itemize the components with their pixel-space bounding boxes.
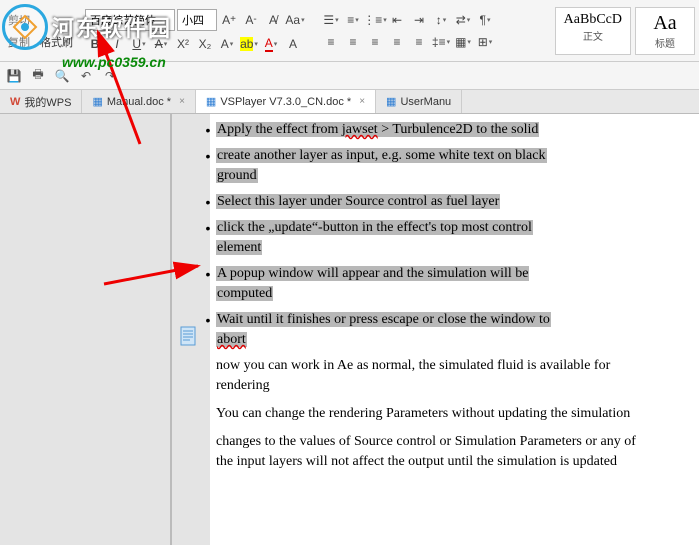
page-indicator-icon: [180, 326, 196, 346]
align-justify-icon[interactable]: ≡: [387, 33, 407, 51]
decrease-indent-icon[interactable]: ⇤: [387, 11, 407, 29]
list-item: click the „update“-button in the effect'…: [216, 218, 533, 258]
print-icon[interactable]: 🖶: [30, 68, 46, 84]
italic-icon[interactable]: I: [107, 35, 127, 53]
bullet-icon: •: [204, 192, 212, 212]
subscript-icon[interactable]: X₂: [195, 35, 215, 53]
align-center-icon[interactable]: ≡: [343, 33, 363, 51]
copy-button[interactable]: 复制: [4, 32, 34, 52]
tab-mywps[interactable]: W 我的WPS: [0, 90, 82, 113]
list-item: Wait until it finishes or press escape o…: [216, 310, 551, 350]
highlight-icon[interactable]: ab▾: [239, 35, 259, 53]
doc-icon: ▦: [92, 95, 102, 108]
annotation-arrow-icon: [98, 214, 208, 294]
doc-icon: ▦: [206, 95, 216, 108]
styles-group: AaBbCcD 正文 Aa 标题: [555, 7, 695, 55]
bullets-icon[interactable]: ☰▾: [321, 11, 341, 29]
show-marks-icon[interactable]: ¶▾: [475, 11, 495, 29]
decrease-font-icon[interactable]: A-: [241, 11, 261, 29]
tab-usermanual[interactable]: ▦ UserManu: [376, 90, 462, 113]
numbering-icon[interactable]: ≡▾: [343, 11, 363, 29]
font-size-select[interactable]: 小四: [177, 9, 217, 31]
tab-manual[interactable]: ▦ Manual.doc * ×: [82, 90, 195, 113]
paragraph: now you can work in Ae as normal, the si…: [216, 356, 656, 396]
increase-font-icon[interactable]: A+: [219, 11, 239, 29]
tab-icon[interactable]: ⇄▾: [453, 11, 473, 29]
multilevel-icon[interactable]: ⋮≡▾: [365, 11, 385, 29]
strikethrough-icon[interactable]: A▾: [151, 35, 171, 53]
paragraph-group: ☰▾ ≡▾ ⋮≡▾ ⇤ ⇥ ↕▾ ⇄▾ ¶▾ ≡ ≡ ≡ ≡ ≡ ‡≡▾ ▦▾ …: [321, 11, 495, 51]
document-tabs: W 我的WPS ▦ Manual.doc * × ▦ VSPlayer V7.3…: [0, 90, 699, 114]
shading-icon[interactable]: ▦▾: [453, 33, 473, 51]
align-left-icon[interactable]: ≡: [321, 33, 341, 51]
undo-icon[interactable]: ↶: [78, 68, 94, 84]
list-item: Select this layer under Source control a…: [216, 192, 500, 212]
underline-icon[interactable]: U▾: [129, 35, 149, 53]
document-area[interactable]: • Apply the effect from jawset > Turbule…: [0, 114, 699, 545]
paragraph: changes to the values of Source control …: [216, 432, 656, 472]
font-group: 百度综艺简体 小四 A+ A- A̸ Aa▾ B I U▾ A▾ X² X₂ A…: [85, 9, 305, 53]
list-item: Apply the effect from jawset > Turbulenc…: [216, 120, 539, 140]
save-icon[interactable]: 💾: [6, 68, 22, 84]
font-color-icon[interactable]: A▾: [261, 35, 281, 53]
line-spacing-icon[interactable]: ‡≡▾: [431, 33, 451, 51]
change-case-icon[interactable]: Aa▾: [285, 11, 305, 29]
style-heading[interactable]: Aa 标题: [635, 7, 695, 55]
font-name-select[interactable]: 百度综艺简体: [85, 9, 175, 31]
quick-access-toolbar: 💾 🖶 🔍 ↶ ↷: [0, 62, 699, 90]
borders-icon[interactable]: ⊞▾: [475, 33, 495, 51]
bullet-icon: •: [204, 310, 212, 330]
text-effects-icon[interactable]: A▾: [217, 35, 237, 53]
increase-indent-icon[interactable]: ⇥: [409, 11, 429, 29]
paragraph: You can change the rendering Parameters …: [216, 404, 656, 424]
tab-vsplayer[interactable]: ▦ VSPlayer V7.3.0_CN.doc * ×: [196, 90, 376, 113]
preview-icon[interactable]: 🔍: [54, 68, 70, 84]
clear-format-icon[interactable]: A̸: [263, 11, 283, 29]
bullet-icon: •: [204, 218, 212, 238]
list-item: create another layer as input, e.g. some…: [216, 146, 547, 186]
bullet-icon: •: [204, 146, 212, 166]
style-normal[interactable]: AaBbCcD 正文: [555, 7, 631, 55]
bold-icon[interactable]: B: [85, 35, 105, 53]
clipboard-group: 剪切 复制 格式刷: [4, 10, 77, 52]
cut-button[interactable]: 剪切: [4, 10, 34, 30]
sort-icon[interactable]: ↕▾: [431, 11, 451, 29]
redo-icon[interactable]: ↷: [102, 68, 118, 84]
distribute-icon[interactable]: ≡: [409, 33, 429, 51]
format-painter-button[interactable]: 格式刷: [36, 32, 77, 52]
char-shading-icon[interactable]: A: [283, 35, 303, 53]
wps-icon: W: [10, 96, 20, 108]
bullet-icon: •: [204, 120, 212, 140]
doc-icon: ▦: [386, 95, 396, 108]
align-right-icon[interactable]: ≡: [365, 33, 385, 51]
close-icon[interactable]: ×: [359, 96, 365, 107]
list-item: A popup window will appear and the simul…: [216, 264, 529, 304]
superscript-icon[interactable]: X²: [173, 35, 193, 53]
ribbon-toolbar: 剪切 复制 格式刷 百度综艺简体 小四 A+ A- A̸ Aa▾ B I U▾ …: [0, 0, 699, 62]
bullet-icon: •: [204, 264, 212, 284]
document-content: • Apply the effect from jawset > Turbule…: [216, 120, 656, 480]
close-icon[interactable]: ×: [179, 96, 185, 107]
